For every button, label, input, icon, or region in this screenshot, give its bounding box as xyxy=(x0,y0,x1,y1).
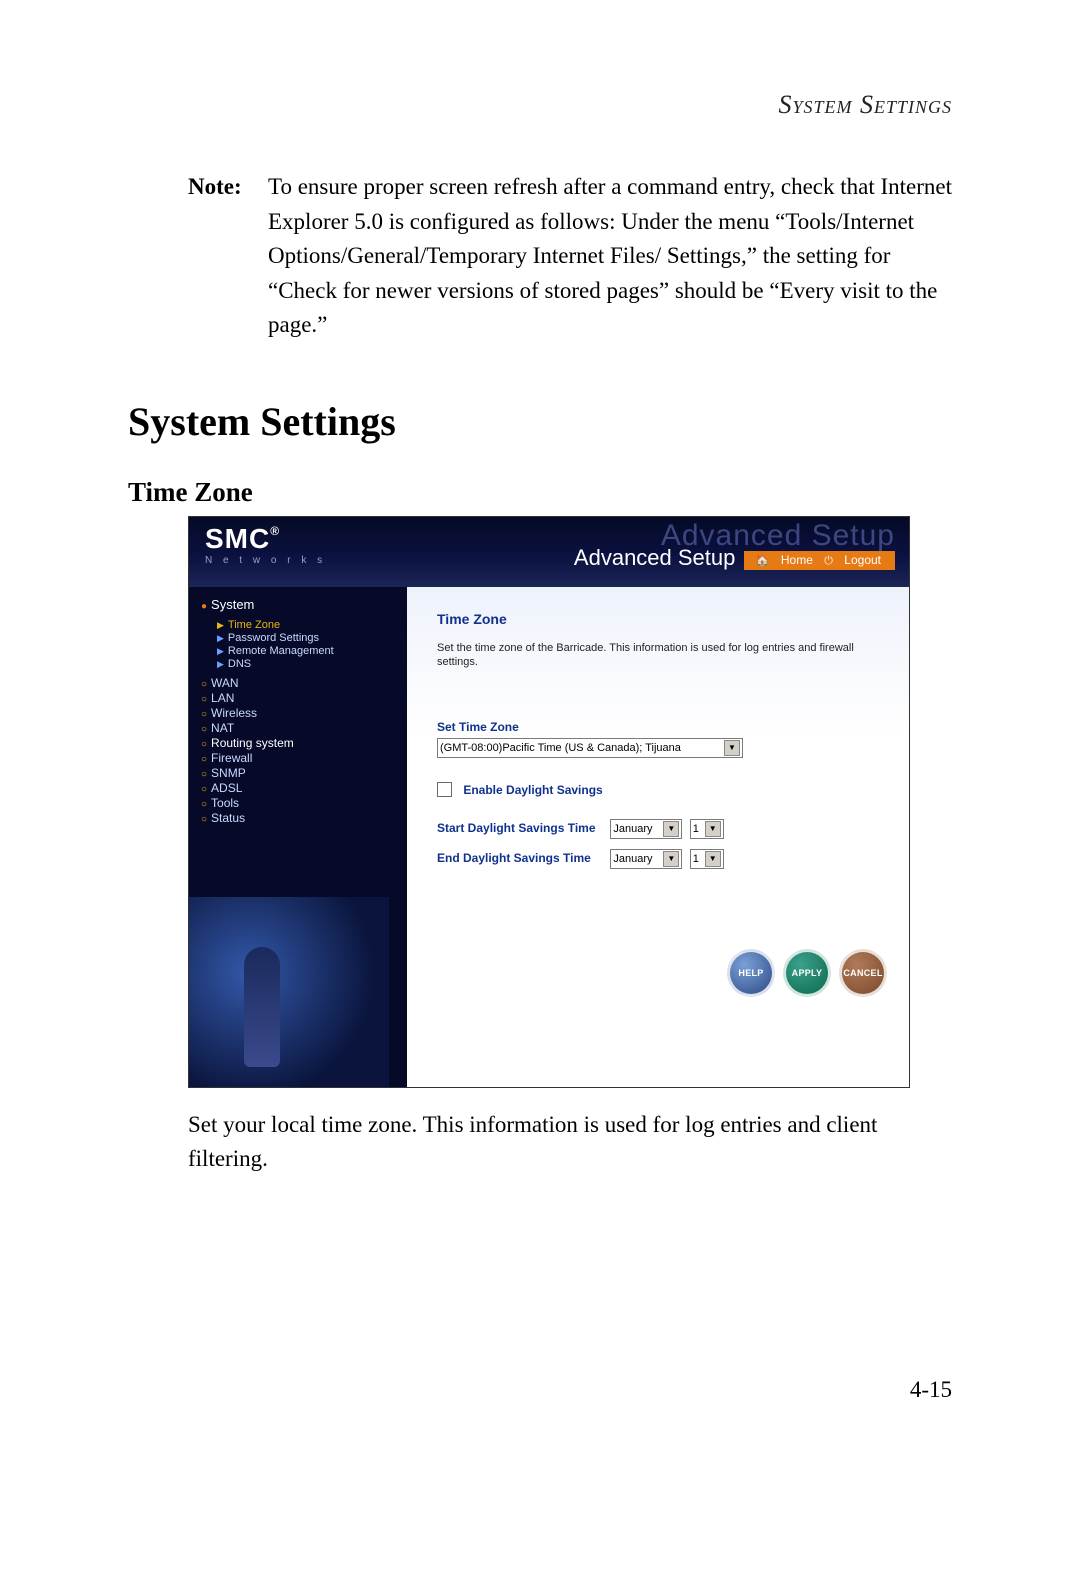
apply-button[interactable]: APPLY xyxy=(783,949,831,997)
section-title: Time Zone xyxy=(128,477,952,508)
nav-wireless[interactable]: ○Wireless xyxy=(201,706,399,720)
set-timezone-label: Set Time Zone xyxy=(437,720,885,734)
cancel-button[interactable]: CANCEL xyxy=(839,949,887,997)
arrow-icon: ▶ xyxy=(217,620,224,630)
start-dst-label: Start Daylight Savings Time xyxy=(437,821,601,835)
post-screenshot-text: Set your local time zone. This informati… xyxy=(188,1108,948,1177)
content-description: Set the time zone of the Barricade. This… xyxy=(437,641,867,671)
timezone-select[interactable]: (GMT-08:00)Pacific Time (US & Canada); T… xyxy=(437,738,743,758)
enable-dst-row: Enable Daylight Savings xyxy=(437,782,885,797)
bullet-icon: ○ xyxy=(201,724,207,735)
home-link[interactable]: Home xyxy=(781,553,813,567)
end-day-select[interactable]: 1▼ xyxy=(690,849,724,869)
dropdown-arrow-icon: ▼ xyxy=(705,821,721,837)
end-dst-label: End Daylight Savings Time xyxy=(437,851,601,865)
nav-status[interactable]: ○Status xyxy=(201,811,399,825)
arrow-icon: ▶ xyxy=(217,659,224,669)
nav-time-zone[interactable]: ▶Time Zone xyxy=(217,619,399,631)
nav-nat[interactable]: ○NAT xyxy=(201,721,399,735)
bullet-icon: ● xyxy=(201,601,207,612)
nav-tools[interactable]: ○Tools xyxy=(201,796,399,810)
dropdown-arrow-icon: ▼ xyxy=(724,740,740,756)
content-title: Time Zone xyxy=(437,611,885,627)
running-head: System Settings xyxy=(128,90,952,120)
bullet-icon: ○ xyxy=(201,739,207,750)
logo-cell: SMC® N e t w o r k s xyxy=(189,517,417,587)
nav-password-settings[interactable]: ▶Password Settings xyxy=(217,632,399,644)
bullet-icon: ○ xyxy=(201,754,207,765)
bullet-icon: ○ xyxy=(201,679,207,690)
nav-routing[interactable]: ○Routing system xyxy=(201,736,399,750)
nav-snmp[interactable]: ○SNMP xyxy=(201,766,399,780)
dropdown-arrow-icon: ▼ xyxy=(705,851,721,867)
logout-link[interactable]: Logout xyxy=(844,553,881,567)
bullet-icon: ○ xyxy=(201,784,207,795)
banner: SMC® N e t w o r k s Advanced Setup Adva… xyxy=(189,517,909,587)
banner-right: Advanced Setup Advanced Setup 🏠 Home ⏻ L… xyxy=(417,517,909,587)
help-button[interactable]: HELP xyxy=(727,949,775,997)
bullet-icon: ○ xyxy=(201,694,207,705)
page-number: 4-15 xyxy=(128,1377,952,1403)
page-title: System Settings xyxy=(128,398,952,445)
end-month-select[interactable]: January▼ xyxy=(610,849,682,869)
start-month-select[interactable]: January▼ xyxy=(610,819,682,839)
logout-icon: ⏻ xyxy=(824,555,833,567)
end-dst-row: End Daylight Savings Time January▼ 1▼ xyxy=(437,849,885,869)
start-dst-row: Start Daylight Savings Time January▼ 1▼ xyxy=(437,819,885,839)
bullet-icon: ○ xyxy=(201,709,207,720)
bullet-icon: ○ xyxy=(201,799,207,810)
dropdown-arrow-icon: ▼ xyxy=(663,851,679,867)
nav-firewall[interactable]: ○Firewall xyxy=(201,751,399,765)
dropdown-arrow-icon: ▼ xyxy=(663,821,679,837)
sidebar-art xyxy=(189,897,389,1087)
arrow-icon: ▶ xyxy=(217,646,224,656)
nav-remote-management[interactable]: ▶Remote Management xyxy=(217,645,399,657)
brand-logo: SMC® xyxy=(205,525,405,553)
brand-subtext: N e t w o r k s xyxy=(205,555,405,566)
timezone-value: (GMT-08:00)Pacific Time (US & Canada); T… xyxy=(440,742,681,754)
sidebar: ●System ▶Time Zone ▶Password Settings ▶R… xyxy=(189,587,407,1087)
note-body: To ensure proper screen refresh after a … xyxy=(268,170,952,343)
bullet-icon: ○ xyxy=(201,814,207,825)
enable-dst-label: Enable Daylight Savings xyxy=(463,783,602,797)
action-buttons: HELP APPLY CANCEL xyxy=(727,949,887,997)
enable-dst-checkbox[interactable] xyxy=(437,782,452,797)
nav-system[interactable]: ●System xyxy=(199,595,399,618)
top-linkbar: 🏠 Home ⏻ Logout xyxy=(744,551,895,570)
bullet-icon: ○ xyxy=(201,769,207,780)
router-screenshot: SMC® N e t w o r k s Advanced Setup Adva… xyxy=(188,516,910,1088)
note-label: Note: xyxy=(188,170,268,343)
brand-text: SMC xyxy=(205,523,270,554)
nav-wan[interactable]: ○WAN xyxy=(201,676,399,690)
home-icon: 🏠 xyxy=(756,555,770,567)
nav-adsl[interactable]: ○ADSL xyxy=(201,781,399,795)
content-panel: Time Zone Set the time zone of the Barri… xyxy=(407,587,909,1087)
nav-lan[interactable]: ○LAN xyxy=(201,691,399,705)
banner-ghost-title: Advanced Setup xyxy=(417,519,895,553)
registered-mark: ® xyxy=(270,524,280,538)
arrow-icon: ▶ xyxy=(217,633,224,643)
note-block: Note: To ensure proper screen refresh af… xyxy=(188,170,952,343)
start-day-select[interactable]: 1▼ xyxy=(690,819,724,839)
nav-dns[interactable]: ▶DNS xyxy=(217,658,399,670)
